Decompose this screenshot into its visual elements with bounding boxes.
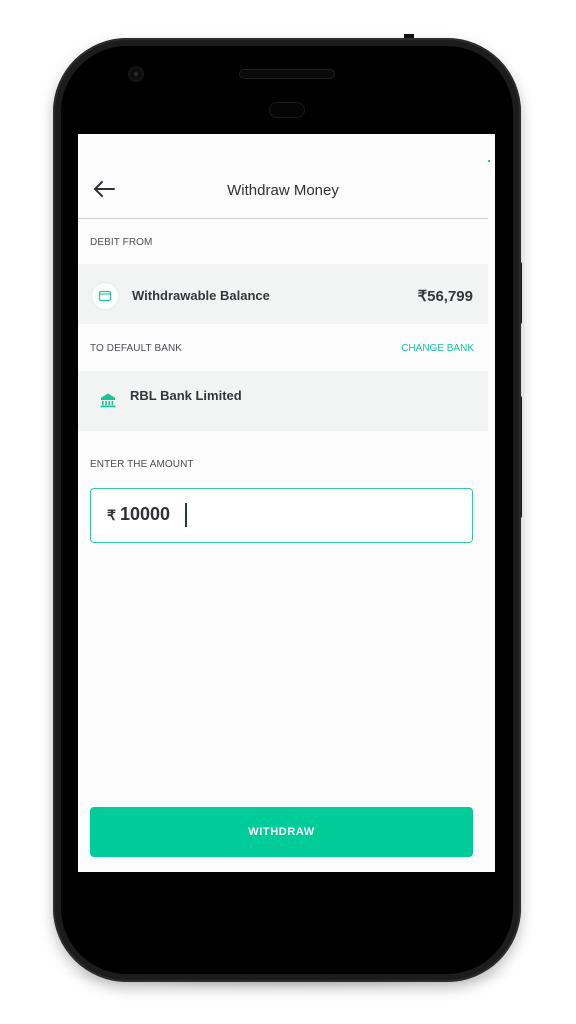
page-title: Withdraw Money	[227, 182, 339, 199]
change-bank-link[interactable]: CHANGE BANK	[401, 343, 474, 354]
withdrawable-balance-card: Withdrawable Balance ₹56,799	[78, 264, 488, 324]
amount-input[interactable]: ₹ 10000	[90, 488, 473, 543]
default-bank-label: TO DEFAULT BANK	[90, 343, 183, 354]
app-header: Withdraw Money	[78, 134, 490, 219]
front-camera-icon	[130, 68, 142, 80]
bank-name: RBL Bank Limited	[130, 388, 242, 403]
balance-amount: ₹56,799	[417, 288, 473, 305]
withdrawable-balance-label: Withdrawable Balance	[132, 288, 270, 303]
amount-value: 10000	[120, 504, 171, 524]
proximity-sensor	[270, 103, 304, 117]
rupee-icon: ₹	[107, 507, 116, 523]
withdraw-button[interactable]: WITHDRAW	[90, 807, 473, 857]
status-dot	[488, 160, 490, 162]
bank-card: RBL Bank Limited	[78, 371, 488, 431]
bank-icon	[99, 391, 117, 409]
wallet-icon	[91, 282, 119, 310]
enter-amount-label: ENTER THE AMOUNT	[90, 459, 194, 470]
debit-from-label: DEBIT FROM	[90, 237, 153, 248]
earpiece-speaker	[240, 70, 334, 78]
app-screen: Withdraw Money DEBIT FROM Withdrawable B…	[78, 134, 495, 872]
text-cursor	[185, 503, 187, 527]
